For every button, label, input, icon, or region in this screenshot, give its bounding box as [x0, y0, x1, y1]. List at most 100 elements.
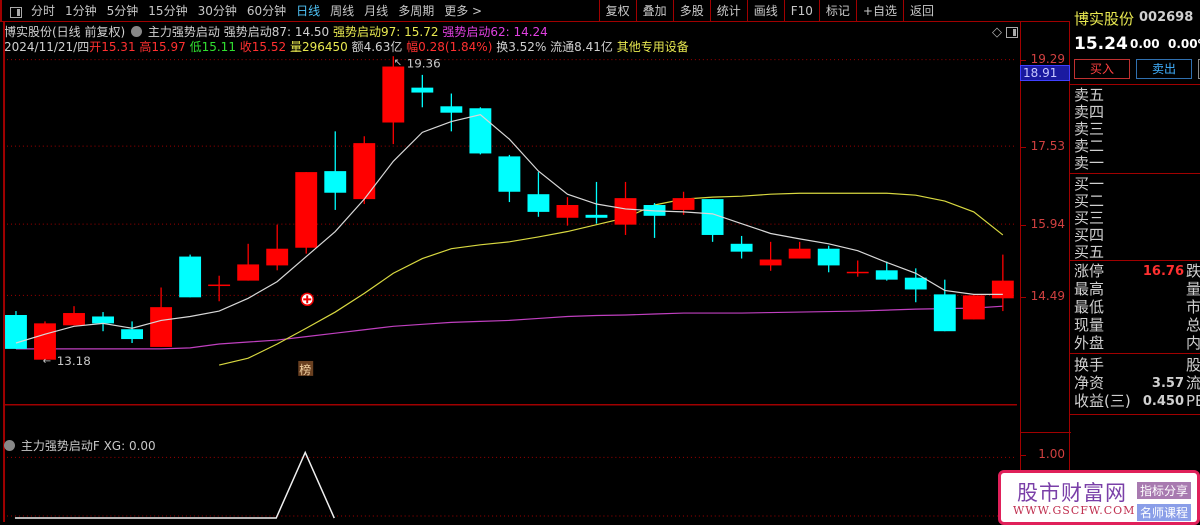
- stat-value: 0.450: [1142, 394, 1184, 409]
- stat-label: 外盘: [1074, 334, 1105, 352]
- period-tab[interactable]: 更多 >: [439, 0, 487, 22]
- period-tab[interactable]: 60分钟: [242, 0, 291, 22]
- period-tab[interactable]: 1分钟: [60, 0, 102, 22]
- quote-panel: 博实股份 002698 15.24 0.00 0.00% 买入 卖出 卖五卖四卖…: [1070, 0, 1200, 525]
- candle[interactable]: [34, 321, 56, 360]
- candle-body: [34, 323, 56, 360]
- indicator-tick: 1.00: [1038, 447, 1065, 461]
- candle[interactable]: [556, 197, 579, 226]
- stat-label: 换手: [1074, 356, 1105, 374]
- candle[interactable]: [208, 275, 231, 302]
- candle[interactable]: [817, 245, 840, 273]
- candle[interactable]: [179, 254, 202, 298]
- sell-button[interactable]: 卖出: [1136, 59, 1192, 79]
- diamond-icon[interactable]: ◇: [992, 25, 1002, 40]
- candle-body: [411, 87, 434, 93]
- tool-button[interactable]: F10: [783, 0, 819, 22]
- candle[interactable]: [266, 224, 289, 271]
- tool-button[interactable]: 画线: [746, 0, 784, 22]
- tick-mark: [1021, 455, 1026, 456]
- period-tab[interactable]: 多周期: [393, 0, 439, 22]
- stat-label: 涨停: [1074, 262, 1105, 280]
- candle[interactable]: [63, 306, 85, 326]
- watermark-tag-2: 名师课程: [1136, 504, 1191, 521]
- candle-body: [730, 243, 753, 252]
- price-tick: 17.53: [1030, 138, 1065, 153]
- candle[interactable]: [585, 181, 608, 224]
- low-price-label: 13.18: [57, 354, 91, 368]
- candle[interactable]: [440, 93, 463, 132]
- buy-button[interactable]: 买入: [1074, 59, 1130, 79]
- candle[interactable]: [295, 172, 318, 254]
- candle[interactable]: [527, 172, 550, 217]
- candle[interactable]: [730, 235, 753, 259]
- candle[interactable]: [846, 260, 869, 277]
- period-tab[interactable]: 15分钟: [143, 0, 192, 22]
- xg-value: XG: 0.00: [103, 439, 156, 453]
- tool-button[interactable]: 标记: [818, 0, 856, 22]
- candle-body: [498, 156, 521, 192]
- candle[interactable]: [92, 312, 114, 332]
- top-toolbar: 分时 1分钟 5分钟 15分钟 30分钟 60分钟 日线 周线 月线 多周期 更多 > 复权 叠加 多股…: [0, 0, 1070, 22]
- candle[interactable]: [962, 294, 985, 320]
- stat-right-label: 流: [1186, 374, 1200, 392]
- arrow-icon: ↖: [394, 58, 402, 69]
- candle-body: [614, 198, 637, 225]
- period-tab[interactable]: 月线: [359, 0, 393, 22]
- tool-button[interactable]: 复权: [598, 0, 636, 22]
- candle-body: [208, 284, 231, 287]
- candle-body: [759, 259, 782, 266]
- period-tab[interactable]: 日线: [291, 0, 325, 22]
- tool-button[interactable]: 返回: [902, 0, 940, 22]
- candle[interactable]: [353, 136, 376, 205]
- watermark-url: WWW.GSCFW.COM: [1013, 504, 1136, 517]
- candle[interactable]: [150, 287, 173, 347]
- candle[interactable]: [788, 241, 811, 259]
- tick-mark: [1021, 297, 1026, 298]
- tool-button[interactable]: 多股: [672, 0, 710, 22]
- candle-body: [382, 66, 405, 123]
- candle-body: [295, 172, 318, 248]
- lower-indicator-name[interactable]: 主力强势启动F: [21, 439, 100, 453]
- candle-body: [991, 280, 1014, 299]
- candle-body: [237, 264, 260, 281]
- candle[interactable]: [991, 254, 1014, 312]
- candle[interactable]: [643, 203, 666, 238]
- candle[interactable]: [875, 261, 898, 281]
- stat-right-label: 股: [1186, 356, 1200, 374]
- candle[interactable]: [237, 243, 260, 281]
- candle[interactable]: [411, 74, 434, 108]
- tool-button[interactable]: +自选: [855, 0, 903, 22]
- period-tab[interactable]: 周线: [325, 0, 359, 22]
- tool-button[interactable]: 叠加: [635, 0, 673, 22]
- period-tab[interactable]: 分时: [26, 0, 60, 22]
- stat-label: 收益(三): [1074, 392, 1131, 410]
- candle[interactable]: [121, 321, 144, 343]
- candle-body: [92, 316, 114, 324]
- tick-mark: [1021, 146, 1026, 148]
- sidebar-toggle-icon[interactable]: [1006, 27, 1018, 38]
- candle[interactable]: [5, 311, 27, 349]
- candle[interactable]: [701, 199, 724, 242]
- candle[interactable]: [498, 154, 521, 203]
- candle-body: [788, 248, 811, 259]
- period-tab[interactable]: 5分钟: [102, 0, 144, 22]
- candle-body: [266, 248, 289, 266]
- dropdown-circle-icon[interactable]: [4, 440, 15, 451]
- candle[interactable]: [933, 279, 956, 332]
- stat-label: 净资: [1074, 374, 1105, 392]
- candle-body: [585, 214, 608, 218]
- candle-body: [817, 248, 840, 266]
- panel-toggle-icon[interactable]: [10, 6, 22, 18]
- stock-name: 博实股份: [1074, 10, 1135, 28]
- change-value: 0.00: [1130, 37, 1160, 51]
- change-pct: 0.00%: [1167, 37, 1200, 51]
- period-tab[interactable]: 30分钟: [193, 0, 242, 22]
- candle[interactable]: [759, 241, 782, 271]
- candle-body: [5, 315, 27, 349]
- candle-body: [179, 256, 202, 298]
- tool-button[interactable]: 统计: [709, 0, 747, 22]
- candle[interactable]: [324, 131, 347, 210]
- price-tick: 15.94: [1030, 217, 1065, 232]
- candle[interactable]: [382, 56, 405, 145]
